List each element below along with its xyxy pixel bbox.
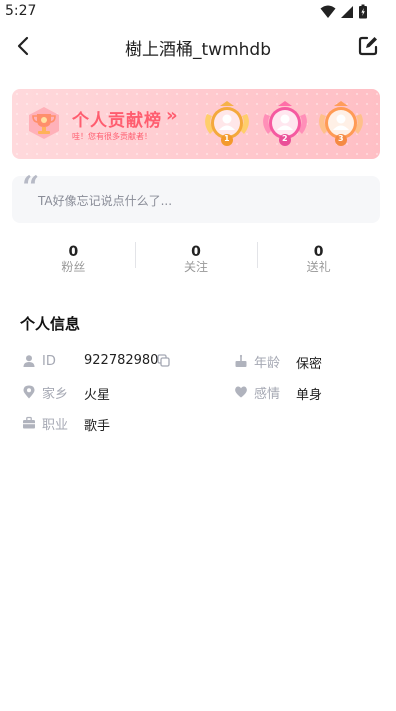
briefcase-icon <box>23 416 35 429</box>
location-pin-icon <box>23 385 35 399</box>
banner-subtitle: 哇！您有很多贡献者！ <box>72 132 152 141</box>
signal-icon <box>341 5 353 18</box>
banner-title: 个人贡献榜 <box>72 111 162 131</box>
rank-3-medal: 3 <box>316 100 366 148</box>
stat-value: 0 <box>313 244 324 260</box>
info-row-hometown: 家乡 <box>22 383 69 402</box>
info-label: 年龄 <box>254 355 281 371</box>
info-label: ID <box>42 353 56 369</box>
status-icons <box>320 4 368 19</box>
stat-label: 送礼 <box>306 260 331 274</box>
page-title: 樹上酒桶_twmhdb <box>125 40 271 60</box>
stat-gifts[interactable]: 0 送礼 <box>257 240 380 274</box>
stats-row: 0 粉丝 0 关注 0 送礼 <box>12 240 380 274</box>
battery-icon <box>359 4 367 19</box>
relationship-value: 单身 <box>296 388 323 403</box>
signature-card: “ TA好像忘记说点什么了... <box>12 170 380 223</box>
chevron-left-icon <box>17 36 29 56</box>
info-label: 感情 <box>254 386 281 402</box>
stat-label: 粉丝 <box>61 260 86 274</box>
copy-icon[interactable] <box>157 354 170 367</box>
user-id-value: 922782980 <box>84 353 159 368</box>
info-row-id: ID <box>22 352 56 370</box>
user-icon <box>23 355 35 367</box>
stat-value: 0 <box>191 244 201 260</box>
rank-2-label: 2 <box>282 134 288 143</box>
edit-icon <box>358 36 378 56</box>
stat-fans[interactable]: 0 粉丝 <box>12 240 135 274</box>
status-time: 5:27 <box>5 3 37 19</box>
trophy-icon <box>29 107 59 139</box>
cake-icon <box>235 354 247 367</box>
info-label: 家乡 <box>42 386 69 402</box>
status-bar: 5:27 <box>0 0 396 24</box>
stat-label: 关注 <box>184 260 209 274</box>
info-row-age: 年龄 <box>234 352 281 371</box>
info-label: 职业 <box>42 417 69 433</box>
hometown-value: 火星 <box>84 388 111 403</box>
rank-2-medal: 2 <box>260 100 310 148</box>
stat-following[interactable]: 0 关注 <box>134 240 258 274</box>
contribution-ranking-banner[interactable]: 个人贡献榜 » 哇！您有很多贡献者！ 1 2 3 <box>12 89 380 159</box>
heart-icon <box>235 386 247 398</box>
wifi-icon <box>320 5 336 18</box>
stat-value: 0 <box>68 244 79 260</box>
rank-1-label: 1 <box>224 134 230 143</box>
nav-bar: 樹上酒桶_twmhdb <box>0 24 396 68</box>
info-row-relationship: 感情 <box>234 383 281 402</box>
quote-mark-icon: “ <box>22 170 40 205</box>
banner-arrows-icon: » <box>166 105 178 126</box>
info-row-job: 职业 <box>22 414 69 433</box>
rank-1-medal: 1 <box>202 100 252 148</box>
age-value: 保密 <box>296 357 323 372</box>
job-value: 歌手 <box>84 419 111 434</box>
section-title: 个人信息 <box>20 315 81 333</box>
signature-text: TA好像忘记说点什么了... <box>38 194 173 208</box>
back-button[interactable] <box>12 34 36 58</box>
edit-profile-button[interactable] <box>356 34 380 58</box>
rank-3-label: 3 <box>338 134 344 143</box>
